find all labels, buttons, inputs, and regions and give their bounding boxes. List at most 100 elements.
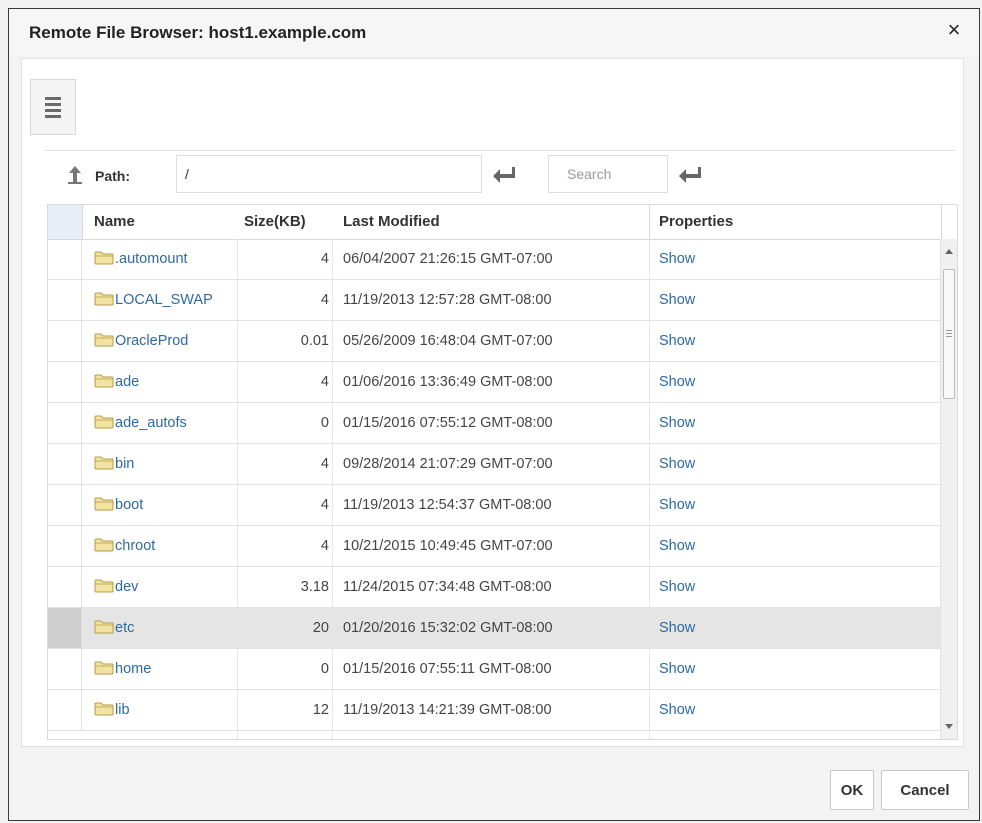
folder-icon	[94, 456, 114, 470]
table-row[interactable]: chroot 4 10/21/2015 10:49:45 GMT-07:00 Show	[48, 526, 942, 567]
properties-show-link[interactable]: Show	[659, 321, 695, 361]
row-selector[interactable]	[48, 690, 82, 730]
path-go-icon[interactable]	[490, 164, 518, 186]
table-header: Name Size(KB) Last Modified Properties	[48, 205, 957, 240]
file-last-modified: 11/19/2013 12:57:28 GMT-08:00	[343, 292, 552, 308]
table-row[interactable]: boot 4 11/19/2013 12:54:37 GMT-08:00 Show	[48, 485, 942, 526]
table-row[interactable]: home 0 01/15/2016 07:55:11 GMT-08:00 Show	[48, 649, 942, 690]
file-name: dev	[115, 579, 139, 595]
search-go-icon[interactable]	[676, 164, 704, 186]
table-body: .automount 4 06/04/2007 21:26:15 GMT-07:00…	[48, 239, 942, 739]
file-last-modified: 01/20/2016 15:32:02 GMT-08:00	[343, 620, 553, 636]
column-header-size[interactable]: Size(KB)	[244, 205, 306, 239]
row-selector[interactable]	[48, 608, 82, 648]
table-row[interactable]: ade 4 01/06/2016 13:36:49 GMT-08:00 Show	[48, 362, 942, 403]
properties-show-link[interactable]: Show	[659, 608, 695, 648]
file-size: 4	[320, 251, 329, 267]
header-divider	[649, 205, 650, 239]
file-name: .automount	[115, 251, 188, 267]
dialog-footer: OK Cancel	[9, 749, 979, 821]
file-last-modified: 11/19/2013 14:21:39 GMT-08:00	[343, 702, 552, 718]
ok-button[interactable]: OK	[830, 770, 874, 810]
scroll-up-icon[interactable]	[945, 249, 953, 254]
list-menu-icon	[45, 97, 61, 118]
table-row[interactable]: dev 3.18 11/24/2015 07:34:48 GMT-08:00 Show	[48, 567, 942, 608]
file-name-link[interactable]: .automount	[94, 239, 188, 279]
vertical-scrollbar[interactable]	[940, 239, 957, 739]
row-selector-header[interactable]	[48, 205, 82, 239]
column-header-properties[interactable]: Properties	[659, 205, 733, 239]
properties-show-link[interactable]: Show	[659, 403, 695, 443]
file-last-modified: 01/15/2016 07:55:11 GMT-08:00	[343, 661, 552, 677]
properties-show-link[interactable]: Show	[659, 567, 695, 607]
file-name-link[interactable]: chroot	[94, 526, 155, 566]
row-selector[interactable]	[48, 444, 82, 484]
file-name: chroot	[115, 538, 156, 554]
scroll-thumb[interactable]	[943, 269, 955, 399]
path-input[interactable]	[176, 155, 482, 193]
table-row[interactable]: bin 4 09/28/2014 21:07:29 GMT-07:00 Show	[48, 444, 942, 485]
file-name: boot	[115, 497, 144, 513]
file-name-link[interactable]: etc	[94, 608, 134, 648]
scroll-down-icon[interactable]	[945, 724, 953, 729]
row-selector[interactable]	[48, 567, 82, 607]
table-row[interactable]: lib 12 11/19/2013 14:21:39 GMT-08:00 Show	[48, 690, 942, 731]
table-row[interactable]: LOCAL_SWAP 4 11/19/2013 12:57:28 GMT-08:00…	[48, 280, 942, 321]
table-row[interactable]: ade_autofs 0 01/15/2016 07:55:12 GMT-08:00…	[48, 403, 942, 444]
list-menu-button[interactable]	[30, 79, 76, 135]
table-row[interactable]: etc 20 01/20/2016 15:32:02 GMT-08:00 Show	[48, 608, 942, 649]
row-selector[interactable]	[48, 526, 82, 566]
cancel-button[interactable]: Cancel	[881, 770, 969, 810]
file-last-modified: 10/21/2015 10:49:45 GMT-07:00	[343, 538, 553, 554]
row-selector[interactable]	[48, 280, 82, 320]
up-arrow-icon[interactable]	[64, 163, 86, 185]
table-row[interactable]: OracleProd 0.01 05/26/2009 16:48:04 GMT-07…	[48, 321, 942, 362]
properties-show-link[interactable]: Show	[659, 690, 695, 730]
file-name: ade_autofs	[115, 415, 187, 431]
file-name: bin	[115, 456, 135, 472]
search-input[interactable]	[548, 155, 668, 193]
row-selector[interactable]	[48, 362, 82, 402]
file-name: lib	[115, 702, 130, 718]
close-icon[interactable]: ×	[943, 19, 965, 41]
column-divider	[332, 239, 333, 739]
file-size: 4	[320, 292, 329, 308]
file-size: 0.01	[300, 333, 329, 349]
folder-icon	[94, 251, 114, 265]
file-name-link[interactable]: home	[94, 649, 151, 689]
row-selector[interactable]	[48, 239, 82, 279]
column-header-name[interactable]: Name	[94, 205, 135, 239]
properties-show-link[interactable]: Show	[659, 649, 695, 689]
properties-show-link[interactable]: Show	[659, 362, 695, 402]
file-name-link[interactable]: OracleProd	[94, 321, 188, 361]
row-selector[interactable]	[48, 321, 82, 361]
folder-icon	[94, 374, 114, 388]
file-name-link[interactable]: bin	[94, 444, 134, 484]
header-divider	[941, 205, 942, 239]
row-selector[interactable]	[48, 403, 82, 443]
file-name-link[interactable]: LOCAL_SWAP	[94, 280, 213, 320]
file-name-link[interactable]: lib	[94, 690, 130, 730]
column-header-last-modified[interactable]: Last Modified	[343, 205, 440, 239]
file-last-modified: 05/26/2009 16:48:04 GMT-07:00	[343, 333, 553, 349]
properties-show-link[interactable]: Show	[659, 444, 695, 484]
properties-show-link[interactable]: Show	[659, 239, 695, 279]
file-name-link[interactable]: dev	[94, 567, 138, 607]
row-selector[interactable]	[48, 485, 82, 525]
properties-show-link[interactable]: Show	[659, 526, 695, 566]
folder-icon	[94, 538, 114, 552]
row-selector[interactable]	[48, 649, 82, 689]
file-name-link[interactable]: boot	[94, 485, 143, 525]
file-size: 0	[320, 661, 329, 677]
table-row[interactable]: .automount 4 06/04/2007 21:26:15 GMT-07:00…	[48, 239, 942, 280]
folder-icon	[94, 292, 114, 306]
file-name-link[interactable]: ade_autofs	[94, 403, 187, 443]
file-size: 4	[320, 538, 329, 554]
file-size: 3.18	[300, 579, 329, 595]
folder-icon	[94, 333, 114, 347]
header-divider	[82, 205, 83, 239]
properties-show-link[interactable]: Show	[659, 280, 695, 320]
file-name-link[interactable]: ade	[94, 362, 139, 402]
file-name: LOCAL_SWAP	[115, 292, 213, 308]
properties-show-link[interactable]: Show	[659, 485, 695, 525]
